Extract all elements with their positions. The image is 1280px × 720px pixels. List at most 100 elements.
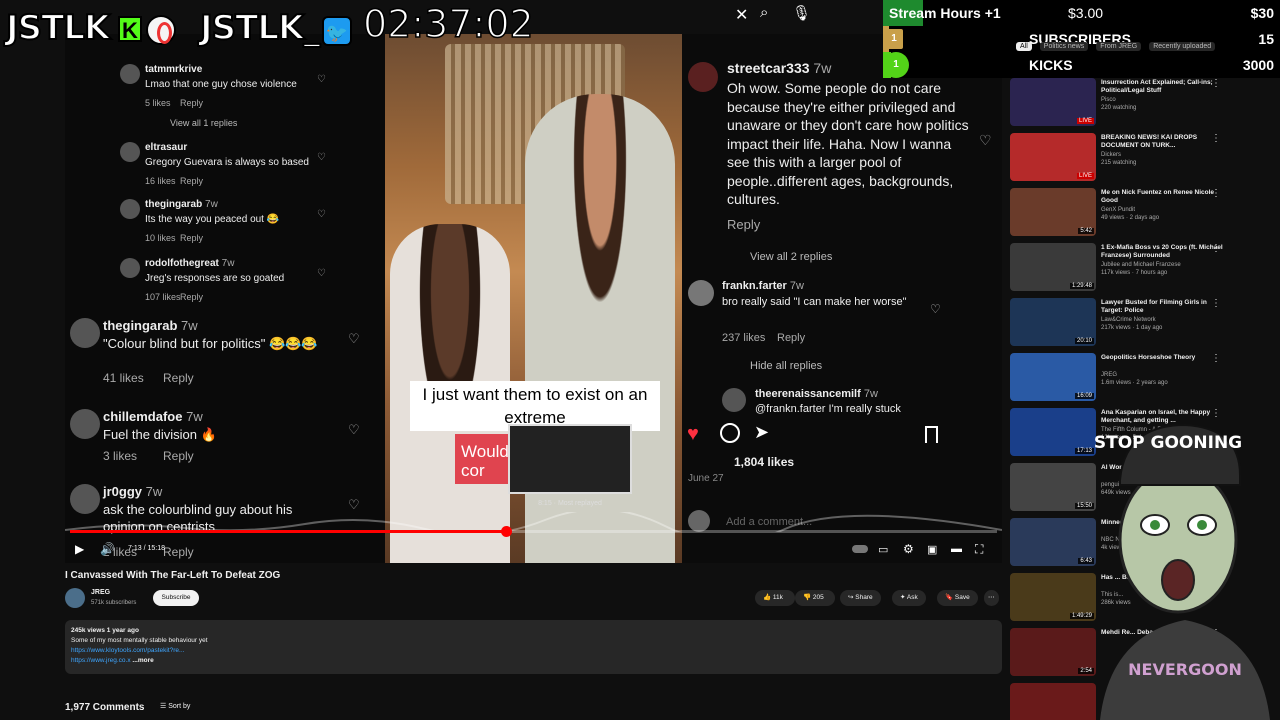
more-options-icon[interactable]: ⋮ bbox=[1211, 78, 1221, 89]
video-thumbnail[interactable]: 5:42 bbox=[1010, 188, 1096, 236]
channel-name[interactable]: Law&Crime Network bbox=[1101, 317, 1223, 323]
kick-icon: K bbox=[118, 16, 142, 43]
recommended-video[interactable]: 5:42 Me on Nick Fuentez on Renee Nicole G… bbox=[1010, 188, 1272, 243]
mic-icon[interactable]: 🎙 bbox=[792, 4, 811, 22]
channel-name[interactable]: Pisco bbox=[1101, 97, 1223, 103]
video-title[interactable]: Lawyer Busted for Filming Girls in Targe… bbox=[1101, 299, 1223, 315]
reply-link[interactable]: Reply bbox=[163, 371, 194, 385]
show-more-link[interactable]: ...more bbox=[132, 657, 153, 664]
more-options-icon[interactable]: ⋮ bbox=[1211, 353, 1221, 364]
video-title[interactable]: Geopolitics Horseshoe Theory bbox=[1101, 354, 1223, 362]
captions-icon[interactable]: ▭ bbox=[878, 543, 888, 556]
theater-icon[interactable]: ▬ bbox=[951, 543, 962, 555]
channel-name[interactable]: Dickers bbox=[1101, 152, 1223, 158]
save-button[interactable]: 🔖 Save bbox=[937, 590, 978, 606]
reply-link[interactable]: Reply bbox=[777, 332, 805, 344]
reply-link[interactable]: Reply bbox=[180, 292, 203, 302]
bookmark-icon[interactable] bbox=[925, 426, 938, 443]
video-title[interactable]: Insurrection Act Explained; Call-ins; Po… bbox=[1101, 79, 1223, 95]
miniplayer-icon[interactable]: ▣ bbox=[927, 543, 937, 556]
video-title[interactable]: Me on Nick Fuentez on Renee Nicole Good bbox=[1101, 189, 1223, 205]
hide-replies[interactable]: Hide all replies bbox=[750, 360, 822, 372]
video-thumbnail[interactable]: 2:54 bbox=[1010, 628, 1096, 676]
share-button[interactable]: ↪ Share bbox=[840, 590, 881, 606]
heart-icon[interactable]: ♡ bbox=[317, 209, 326, 220]
recommended-video[interactable]: 16:09 Geopolitics Horseshoe Theory JREG 1.6… bbox=[1010, 353, 1272, 408]
reply-link[interactable]: Reply bbox=[163, 449, 194, 463]
more-options-icon[interactable]: ⋮ bbox=[1211, 188, 1221, 199]
reply-link[interactable]: Reply bbox=[727, 217, 760, 232]
progress-knob[interactable] bbox=[500, 526, 512, 537]
more-options-icon[interactable]: ⋮ bbox=[1211, 408, 1221, 419]
close-icon[interactable]: ✕ bbox=[735, 5, 748, 25]
video-thumbnail[interactable]: 15:50 bbox=[1010, 463, 1096, 511]
video-thumbnail[interactable]: LIVE bbox=[1010, 78, 1096, 126]
video-thumbnail[interactable]: LIVE bbox=[1010, 133, 1096, 181]
video-thumbnail[interactable]: 1:29:48 bbox=[1010, 243, 1096, 291]
heart-icon[interactable]: ♡ bbox=[348, 422, 360, 438]
dislike-button[interactable]: 👎 205 bbox=[795, 590, 835, 606]
heart-filled-icon[interactable]: ♥ bbox=[687, 423, 699, 446]
filter-chip[interactable]: From JREG bbox=[1096, 42, 1142, 51]
video-thumbnail[interactable]: 17:13 bbox=[1010, 408, 1096, 456]
filter-chip[interactable]: Politics news bbox=[1039, 42, 1089, 51]
video-thumbnail[interactable]: 1:49:29 bbox=[1010, 573, 1096, 621]
recommended-video[interactable]: 20:10 Lawyer Busted for Filming Girls in … bbox=[1010, 298, 1272, 353]
more-options-icon[interactable]: ⋮ bbox=[1211, 133, 1221, 144]
channel-name[interactable]: Jubilee and Michael Franzese bbox=[1101, 262, 1223, 268]
like-button[interactable]: 👍 11k bbox=[755, 590, 795, 606]
settings-gear-icon[interactable]: ⚙ bbox=[903, 542, 914, 556]
scrub-preview-label: 8:15 · Most replayed bbox=[538, 500, 602, 507]
fullscreen-icon[interactable]: ⛶ bbox=[975, 542, 983, 557]
reply-link[interactable]: Reply bbox=[180, 176, 203, 186]
sort-icon: ☰ bbox=[160, 703, 167, 710]
video-thumbnail[interactable]: 16:09 bbox=[1010, 353, 1096, 401]
send-icon[interactable]: ➤ bbox=[754, 422, 769, 443]
video-thumbnail[interactable]: 20:10 bbox=[1010, 298, 1096, 346]
video-title[interactable]: 1 Ex-Mafia Boss vs 20 Cops (ft. Michael … bbox=[1101, 244, 1223, 260]
description-link[interactable]: https://www.jreg.co.x bbox=[71, 657, 131, 664]
heart-icon[interactable]: ♡ bbox=[348, 331, 360, 347]
recommended-video[interactable]: LIVE Insurrection Act Explained; Call-ins… bbox=[1010, 78, 1272, 133]
video-thumbnail[interactable]: LIVE bbox=[1010, 683, 1096, 720]
channel-name[interactable]: JREG bbox=[91, 589, 110, 596]
video-player[interactable]: tatmmrkrive Lmao that one guy chose viole… bbox=[65, 34, 1002, 563]
play-icon[interactable]: ▶ bbox=[75, 542, 84, 556]
reply-link[interactable]: Reply bbox=[180, 233, 203, 243]
avatar bbox=[70, 409, 100, 439]
description-link[interactable]: https://www.kloytools.com/pastekit?re... bbox=[71, 646, 996, 656]
heart-icon[interactable]: ♡ bbox=[317, 268, 326, 279]
view-replies[interactable]: View all 1 replies bbox=[170, 118, 237, 128]
more-options-icon[interactable]: ⋮ bbox=[1211, 298, 1221, 309]
sort-by-button[interactable]: ☰ Sort by bbox=[160, 702, 190, 710]
volume-icon[interactable]: 🔊 bbox=[100, 542, 115, 556]
autoplay-toggle[interactable] bbox=[852, 545, 868, 553]
subscribe-button[interactable]: Subscribe bbox=[153, 590, 199, 606]
heart-icon[interactable]: ♡ bbox=[930, 302, 941, 316]
heart-icon[interactable]: ♡ bbox=[317, 74, 326, 85]
video-title[interactable]: BREAKING NEWS! KAI DROPS DOCUMENT ON TUR… bbox=[1101, 134, 1223, 150]
description-box[interactable]: 245k views 1 year ago Some of my most me… bbox=[65, 620, 1002, 674]
comment-text: Fuel the division 🔥 bbox=[103, 427, 217, 442]
filter-chip[interactable]: All bbox=[1016, 42, 1032, 51]
ask-button[interactable]: ✦ Ask bbox=[892, 590, 926, 606]
recommended-video[interactable]: 1:29:48 1 Ex-Mafia Boss vs 20 Cops (ft. M… bbox=[1010, 243, 1272, 298]
comment-icon[interactable] bbox=[720, 423, 740, 443]
channel-name[interactable]: GenX Pundit bbox=[1101, 207, 1223, 213]
avatar[interactable] bbox=[65, 588, 85, 608]
progress-bar[interactable] bbox=[70, 526, 997, 537]
heart-icon[interactable]: ♡ bbox=[979, 132, 992, 149]
filter-chip[interactable]: Recently uploaded bbox=[1149, 42, 1216, 51]
more-options-icon[interactable]: ⋮ bbox=[1211, 243, 1221, 254]
heart-icon[interactable]: ♡ bbox=[317, 152, 326, 163]
search-icon[interactable]: ⌕ bbox=[760, 4, 768, 21]
comment-user: frankn.farter 7w bbox=[722, 280, 804, 292]
more-actions-button[interactable]: ⋯ bbox=[984, 590, 999, 606]
reply-link[interactable]: Reply bbox=[180, 98, 203, 108]
sparkle-icon: ✦ bbox=[900, 594, 906, 601]
heart-icon[interactable]: ♡ bbox=[348, 497, 360, 513]
video-thumbnail[interactable]: 6:43 bbox=[1010, 518, 1096, 566]
recommended-video[interactable]: LIVE BREAKING NEWS! KAI DROPS DOCUMENT ON… bbox=[1010, 133, 1272, 188]
view-replies[interactable]: View all 2 replies bbox=[750, 251, 832, 263]
channel-name[interactable]: JREG bbox=[1101, 372, 1223, 378]
